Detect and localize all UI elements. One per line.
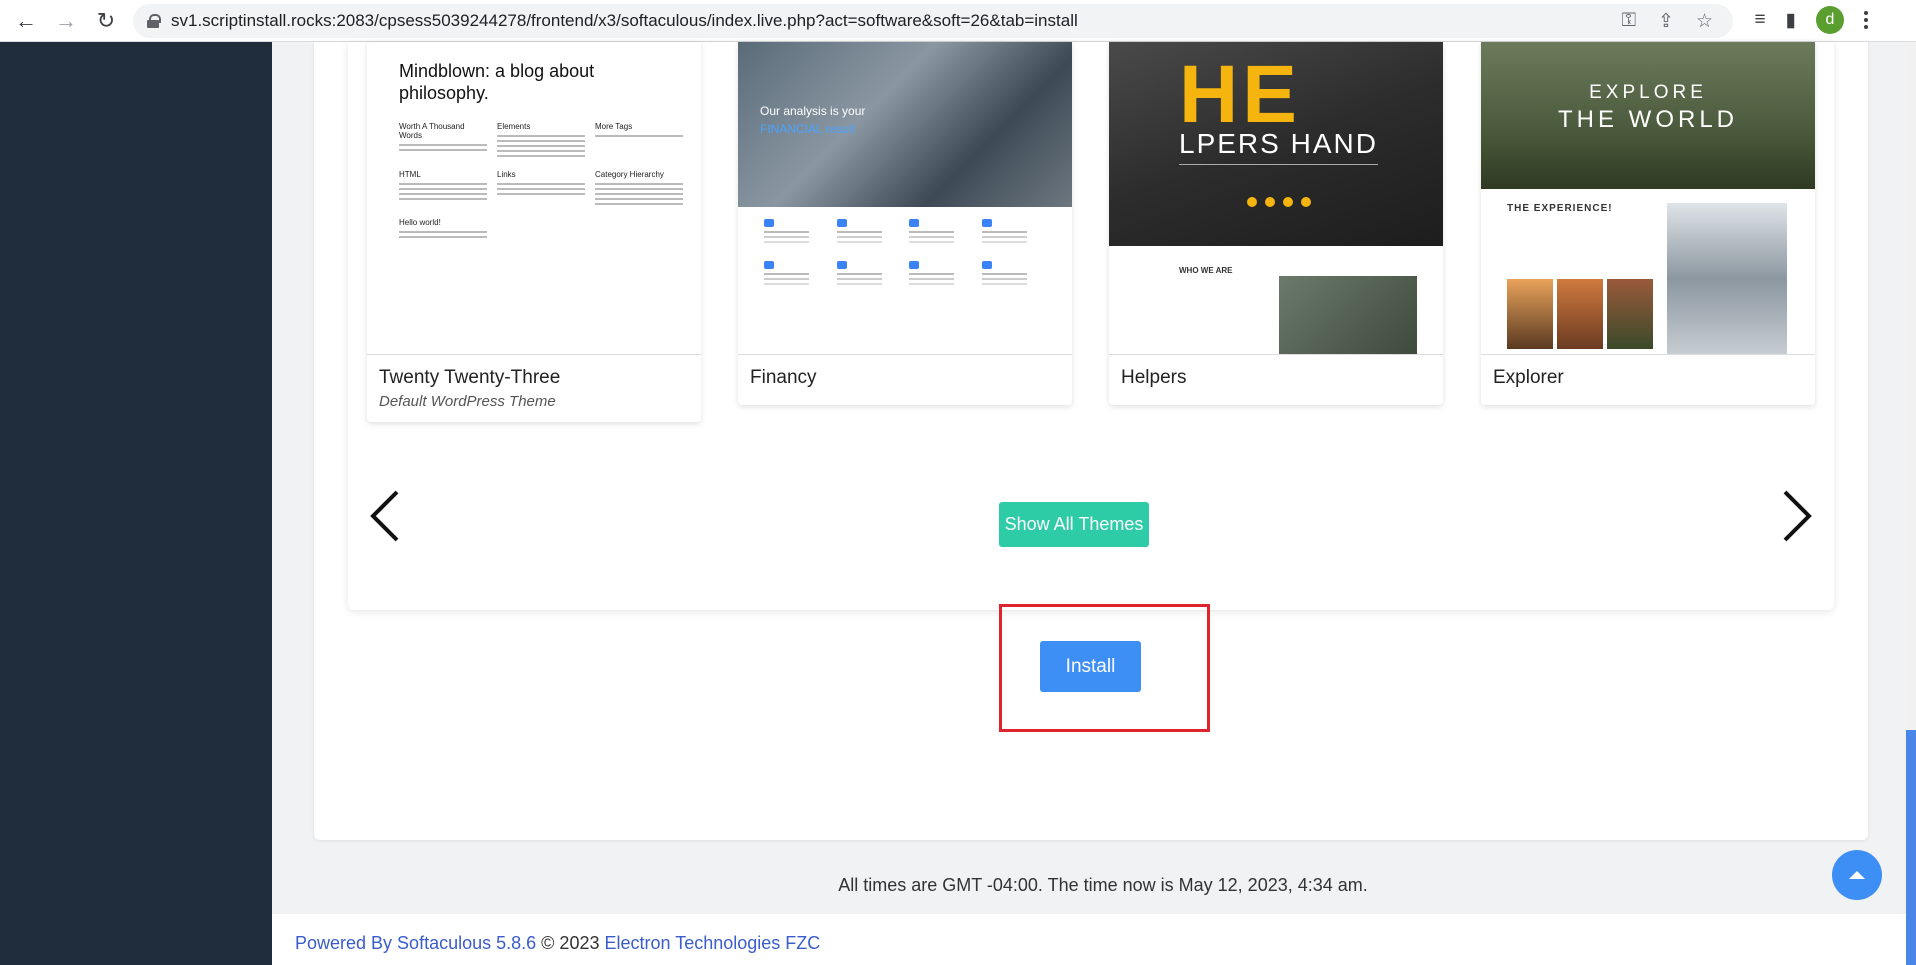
preview-features: [738, 207, 1072, 307]
menu-icon[interactable]: [1864, 11, 1868, 29]
theme-description: Default WordPress Theme: [379, 393, 556, 410]
theme-name: Explorer: [1493, 367, 1564, 388]
preview-section-label: THE EXPERIENCE!: [1507, 203, 1613, 214]
theme-preview-twenty-twenty-three[interactable]: Mindblown: a blog about philosophy. Wort…: [367, 42, 701, 355]
theme-preview-explorer[interactable]: EXPLORE THE WORLD THE EXPERIENCE!: [1481, 42, 1815, 355]
lock-icon[interactable]: [147, 14, 161, 28]
footer-text: Powered By Softaculous 5.8.6 © 2023 Elec…: [295, 933, 820, 954]
preview-column: More Tags: [595, 122, 683, 160]
scrollbar[interactable]: [1906, 42, 1916, 965]
side-panel-icon[interactable]: ▮: [1786, 9, 1796, 32]
share-icon[interactable]: ⇪: [1658, 10, 1674, 33]
sidebar: [0, 42, 272, 965]
preview-column: Links: [497, 170, 585, 208]
preview-hero-text: Our analysis is your: [760, 104, 866, 118]
theme-preview-helpers[interactable]: HE LPERS HAND WHO WE ARE: [1109, 42, 1443, 355]
preview-column: HTML: [399, 170, 487, 208]
preview-heading: Mindblown: a blog about philosophy.: [399, 61, 595, 103]
theme-card-twenty-twenty-three[interactable]: Mindblown: a blog about philosophy. Wort…: [367, 42, 701, 422]
carousel-prev-icon[interactable]: [367, 490, 403, 542]
preview-column: Elements: [497, 122, 585, 160]
copyright-text: © 2023: [541, 933, 600, 953]
key-icon[interactable]: ⚿: [1622, 10, 1636, 33]
preview-hero-line2: THE WORLD: [1558, 106, 1738, 133]
address-bar[interactable]: sv1.scriptinstall.rocks:2083/cpsess50392…: [133, 4, 1733, 38]
preview-section-label: WHO WE ARE: [1179, 266, 1233, 275]
theme-name: Financy: [750, 367, 817, 388]
show-all-themes-button[interactable]: Show All Themes: [999, 502, 1149, 547]
preview-hero-line2: LPERS HAND: [1179, 128, 1378, 165]
profile-avatar[interactable]: d: [1816, 6, 1844, 34]
theme-preview-financy[interactable]: Our analysis is your FINANCIAL result: [738, 42, 1072, 355]
company-link[interactable]: Electron Technologies FZC: [605, 933, 821, 953]
theme-name: Twenty Twenty-Three: [379, 367, 561, 388]
scrollbar-thumb[interactable]: [1906, 730, 1916, 965]
preview-hero-highlight: FINANCIAL result: [760, 122, 855, 136]
preview-dots: [1247, 197, 1311, 207]
preview-photos: [1507, 279, 1653, 349]
preview-column: Hello world!: [399, 218, 487, 241]
scroll-to-top-button[interactable]: [1832, 850, 1882, 900]
theme-card-financy[interactable]: Our analysis is your FINANCIAL result Fin…: [738, 42, 1072, 405]
preview-column: Category Hierarchy: [595, 170, 683, 208]
media-icon[interactable]: ≡: [1754, 9, 1765, 31]
server-time-note: All times are GMT -04:00. The time now i…: [838, 875, 1368, 895]
softaculous-link[interactable]: Powered By Softaculous 5.8.6: [295, 933, 536, 953]
reload-icon[interactable]: ↻: [92, 7, 120, 35]
theme-card-explorer[interactable]: EXPLORE THE WORLD THE EXPERIENCE! Explor…: [1481, 42, 1815, 405]
star-icon[interactable]: ☆: [1696, 10, 1713, 33]
back-icon[interactable]: ←: [12, 7, 40, 35]
address-bar-url[interactable]: sv1.scriptinstall.rocks:2083/cpsess50392…: [171, 11, 1078, 31]
install-button[interactable]: Install: [1040, 641, 1141, 692]
preview-column: Worth A Thousand Words: [399, 122, 487, 160]
forward-icon[interactable]: →: [52, 7, 80, 35]
preview-photo: [1279, 276, 1417, 354]
carousel-next-icon[interactable]: [1779, 490, 1815, 542]
theme-name: Helpers: [1121, 367, 1187, 388]
theme-card-helpers[interactable]: HE LPERS HAND WHO WE ARE Helpers: [1109, 42, 1443, 405]
browser-toolbar: ← → ↻ sv1.scriptinstall.rocks:2083/cpses…: [0, 0, 1916, 42]
preview-hero-line1: EXPLORE: [1589, 82, 1707, 103]
preview-mountain: [1667, 203, 1787, 354]
